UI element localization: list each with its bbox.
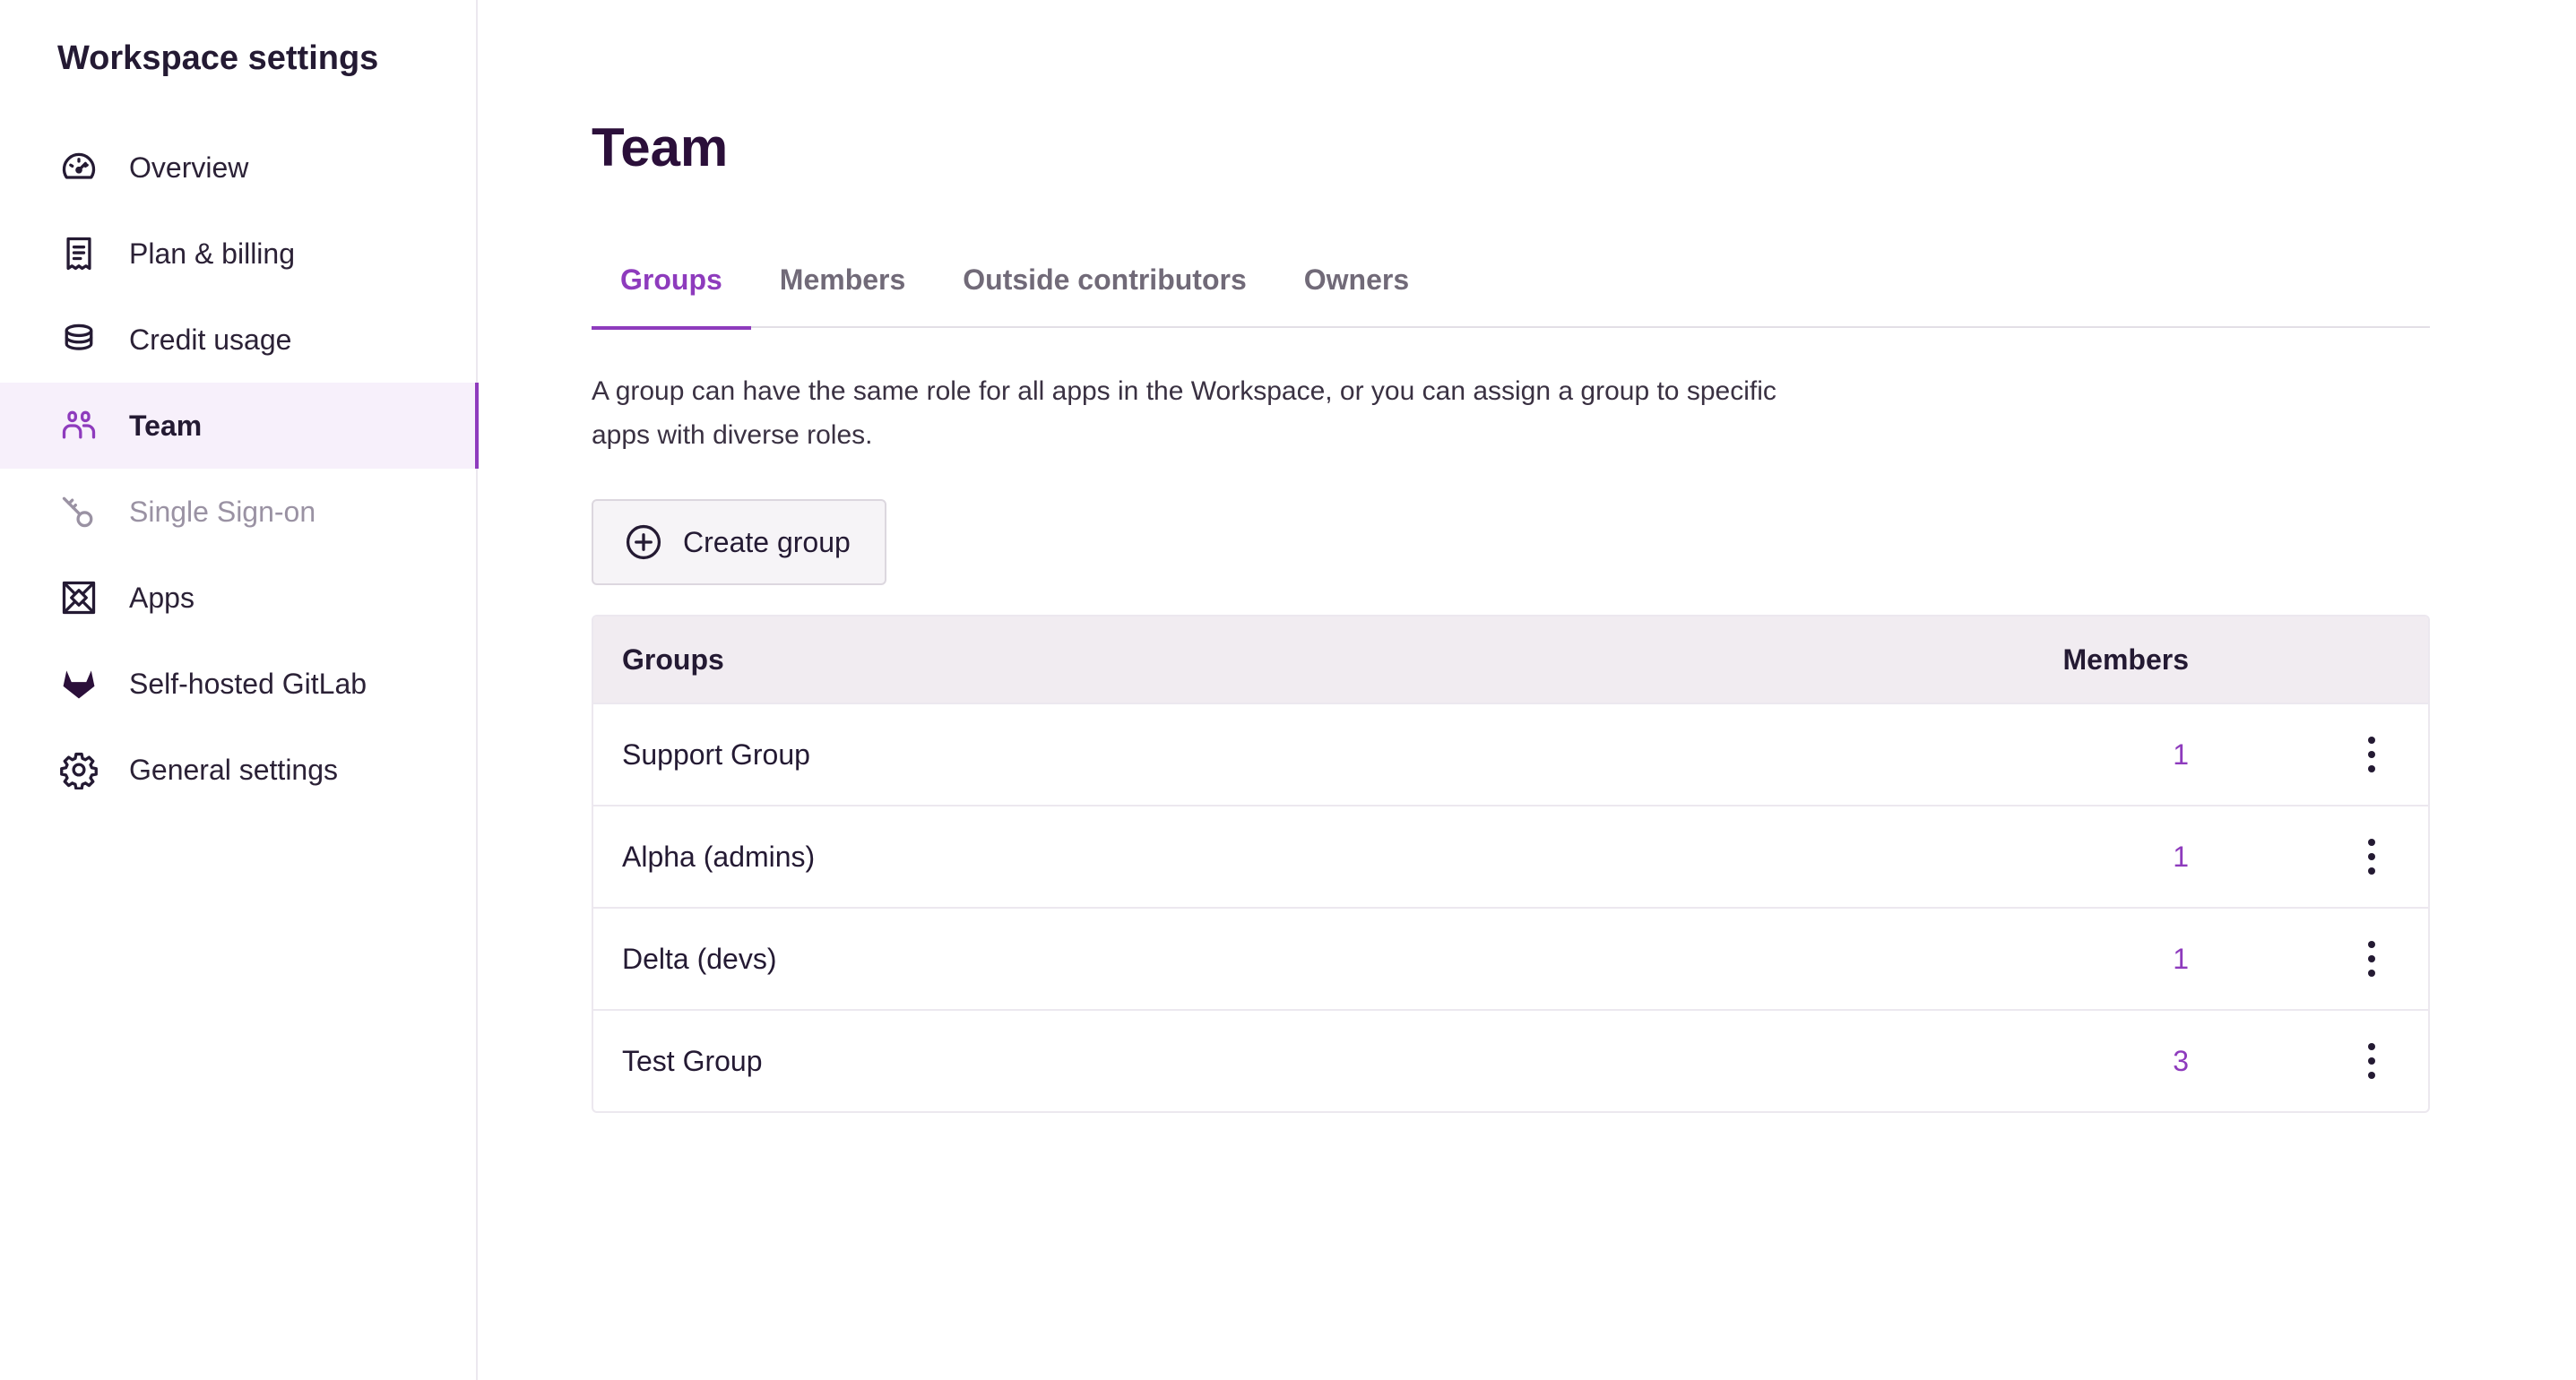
sidebar-item-overview[interactable]: Overview	[0, 125, 476, 211]
sidebar-item-label: Self-hosted GitLab	[129, 667, 367, 700]
create-group-label: Create group	[683, 525, 851, 558]
more-options-icon[interactable]	[2358, 830, 2385, 884]
group-name: Test Group	[622, 1044, 763, 1077]
table-row[interactable]: Test Group 3	[593, 1009, 2428, 1111]
sidebar-item-credit-usage[interactable]: Credit usage	[0, 297, 476, 383]
sidebar-title: Workspace settings	[57, 39, 379, 77]
page-title: Team	[592, 117, 729, 177]
sidebar-nav: Overview Plan & billing Credit usage Tea…	[0, 125, 479, 813]
more-options-icon[interactable]	[2358, 1034, 2385, 1088]
sidebar-item-general-settings[interactable]: General settings	[0, 727, 476, 813]
app-window: Workspace settings Overview Plan & billi…	[0, 0, 2576, 1380]
speedometer-icon	[57, 146, 100, 189]
tab-owners[interactable]: Owners	[1275, 253, 1438, 328]
members-count-link[interactable]: 1	[1759, 943, 2189, 976]
main-content: Team Groups Members Outside contributors…	[478, 0, 2576, 1380]
group-name: Delta (devs)	[622, 942, 777, 975]
apps-box-icon	[57, 576, 100, 619]
table-header: Groups Members	[593, 617, 2428, 703]
receipt-icon	[57, 232, 100, 275]
tab-outside-contributors[interactable]: Outside contributors	[934, 253, 1275, 328]
sidebar-item-apps[interactable]: Apps	[0, 555, 476, 641]
table-row[interactable]: Support Group 1	[593, 703, 2428, 805]
sidebar-item-label: Team	[129, 409, 203, 442]
create-group-button[interactable]: Create group	[592, 499, 886, 585]
groups-description: A group can have the same role for all a…	[592, 376, 1776, 450]
sidebar-item-label: Overview	[129, 151, 249, 184]
members-count-link[interactable]: 1	[1759, 841, 2189, 874]
sidebar-item-label: Plan & billing	[129, 237, 295, 270]
more-options-icon[interactable]	[2358, 932, 2385, 986]
gear-icon	[57, 748, 100, 791]
tab-groups[interactable]: Groups	[592, 253, 751, 330]
sidebar-item-team[interactable]: Team	[0, 383, 479, 469]
tab-members[interactable]: Members	[751, 253, 935, 328]
table-row[interactable]: Delta (devs) 1	[593, 907, 2428, 1009]
sidebar-item-label: Apps	[129, 581, 194, 614]
members-count-link[interactable]: 1	[1759, 738, 2189, 772]
table-row[interactable]: Alpha (admins) 1	[593, 805, 2428, 907]
sidebar-item-plan-billing[interactable]: Plan & billing	[0, 211, 476, 297]
gitlab-icon	[57, 662, 100, 705]
column-header-members: Members	[2062, 643, 2190, 676]
plus-circle-icon	[624, 522, 663, 562]
group-name: Alpha (admins)	[622, 840, 816, 873]
team-icon	[57, 404, 100, 447]
sidebar-item-label: Credit usage	[129, 323, 292, 356]
tab-bar: Groups Members Outside contributors Owne…	[592, 253, 2430, 330]
sidebar: Workspace settings Overview Plan & billi…	[0, 0, 479, 1380]
coin-stack-icon	[57, 318, 100, 361]
group-name: Support Group	[622, 737, 810, 771]
more-options-icon[interactable]	[2358, 728, 2385, 781]
sidebar-item-label: General settings	[129, 753, 339, 786]
sidebar-item-label: Single Sign-on	[129, 495, 316, 528]
sidebar-item-self-hosted-gitlab[interactable]: Self-hosted GitLab	[0, 641, 476, 727]
members-count-link[interactable]: 3	[1759, 1045, 2189, 1078]
groups-table: Groups Members Support Group 1 Alpha (ad…	[592, 615, 2430, 1113]
sidebar-item-single-sign-on[interactable]: Single Sign-on	[0, 469, 476, 555]
key-icon	[57, 490, 100, 533]
column-header-groups: Groups	[622, 643, 724, 676]
